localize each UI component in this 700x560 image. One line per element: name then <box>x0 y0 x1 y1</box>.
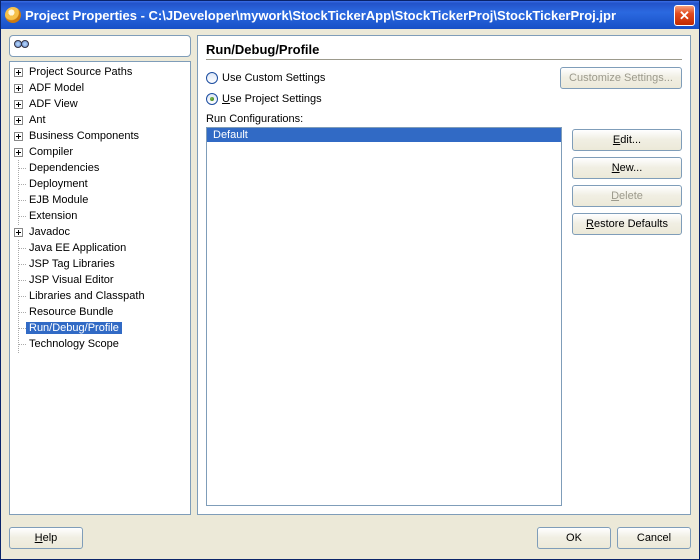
tree-item-label: Javadoc <box>26 226 73 238</box>
panel-title: Run/Debug/Profile <box>206 42 682 57</box>
tree-item-label: ADF View <box>26 98 81 110</box>
tree-connector <box>14 260 23 269</box>
settings-panel: Run/Debug/Profile Use Custom Settings Cu… <box>197 35 691 515</box>
tree-connector <box>14 180 23 189</box>
delete-button[interactable]: Delete <box>572 185 682 207</box>
tree-item[interactable]: Deployment <box>10 176 190 192</box>
tree-item[interactable]: Java EE Application <box>10 240 190 256</box>
tree-item-label: Business Components <box>26 130 142 142</box>
tree-item-label: Compiler <box>26 146 76 158</box>
tree-item[interactable]: Run/Debug/Profile <box>10 320 190 336</box>
edit-button[interactable]: Edit... <box>572 129 682 151</box>
tree-item[interactable]: Business Components <box>10 128 190 144</box>
tree-connector <box>14 164 23 173</box>
separator <box>206 59 682 61</box>
tree-connector <box>14 308 23 317</box>
tree-connector <box>14 324 23 333</box>
expand-icon[interactable] <box>14 148 23 157</box>
tree-item[interactable]: JSP Tag Libraries <box>10 256 190 272</box>
tree-item-label: Extension <box>26 210 80 222</box>
tree-item-label: Deployment <box>26 178 91 190</box>
app-icon <box>5 7 21 23</box>
tree-item[interactable]: Compiler <box>10 144 190 160</box>
config-item[interactable]: Default <box>207 128 561 142</box>
tree-item-label: ADF Model <box>26 82 87 94</box>
titlebar[interactable]: Project Properties - C:\JDeveloper\mywor… <box>1 1 699 29</box>
tree-item-label: Dependencies <box>26 162 102 174</box>
tree-item-label: Java EE Application <box>26 242 129 254</box>
tree-connector <box>14 340 23 349</box>
help-button[interactable]: Help <box>9 527 83 549</box>
tree-item[interactable]: JSP Visual Editor <box>10 272 190 288</box>
tree-item[interactable]: ADF Model <box>10 80 190 96</box>
binoculars-icon <box>14 39 30 53</box>
cancel-button[interactable]: Cancel <box>617 527 691 549</box>
tree-item[interactable]: Project Source Paths <box>10 64 190 80</box>
tree-item[interactable]: EJB Module <box>10 192 190 208</box>
tree-item-label: JSP Visual Editor <box>26 274 117 286</box>
label-custom-settings[interactable]: Use Custom Settings <box>222 72 325 84</box>
tree-item-label: Resource Bundle <box>26 306 116 318</box>
tree-item[interactable]: Dependencies <box>10 160 190 176</box>
tree-connector <box>14 212 23 221</box>
search-row <box>9 35 191 57</box>
tree-item-label: EJB Module <box>26 194 91 206</box>
expand-icon[interactable] <box>14 100 23 109</box>
tree-item-label: Run/Debug/Profile <box>26 322 122 334</box>
tree-item[interactable]: ADF View <box>10 96 190 112</box>
run-configurations-label: Run Configurations: <box>206 113 562 125</box>
label-project-settings[interactable]: Use Project Settings <box>222 93 322 105</box>
run-configurations-list[interactable]: Default <box>206 127 562 506</box>
tree-item-label: Libraries and Classpath <box>26 290 148 302</box>
tree-item-label: Project Source Paths <box>26 66 135 78</box>
window-title: Project Properties - C:\JDeveloper\mywor… <box>25 8 674 23</box>
expand-icon[interactable] <box>14 228 23 237</box>
expand-icon[interactable] <box>14 116 23 125</box>
tree-item[interactable]: Extension <box>10 208 190 224</box>
customize-settings-button[interactable]: Customize Settings... <box>560 67 682 89</box>
tree-item-label: Technology Scope <box>26 338 122 350</box>
tree-item[interactable]: Libraries and Classpath <box>10 288 190 304</box>
category-tree[interactable]: Project Source Paths ADF Model ADF View Ant… <box>9 61 191 515</box>
search-input[interactable] <box>30 37 186 55</box>
expand-icon[interactable] <box>14 132 23 141</box>
tree-item[interactable]: Resource Bundle <box>10 304 190 320</box>
tree-connector <box>14 196 23 205</box>
expand-icon[interactable] <box>14 84 23 93</box>
tree-connector <box>14 244 23 253</box>
new-button[interactable]: New... <box>572 157 682 179</box>
tree-item-label: Ant <box>26 114 49 126</box>
radio-project-settings[interactable] <box>206 93 218 105</box>
tree-item[interactable]: Javadoc <box>10 224 190 240</box>
tree-connector <box>14 292 23 301</box>
tree-item[interactable]: Technology Scope <box>10 336 190 352</box>
close-icon[interactable]: ✕ <box>674 5 695 26</box>
expand-icon[interactable] <box>14 68 23 77</box>
restore-defaults-button[interactable]: Restore Defaults <box>572 213 682 235</box>
radio-custom-settings[interactable] <box>206 72 218 84</box>
tree-connector <box>14 276 23 285</box>
tree-item[interactable]: Ant <box>10 112 190 128</box>
tree-item-label: JSP Tag Libraries <box>26 258 118 270</box>
ok-button[interactable]: OK <box>537 527 611 549</box>
